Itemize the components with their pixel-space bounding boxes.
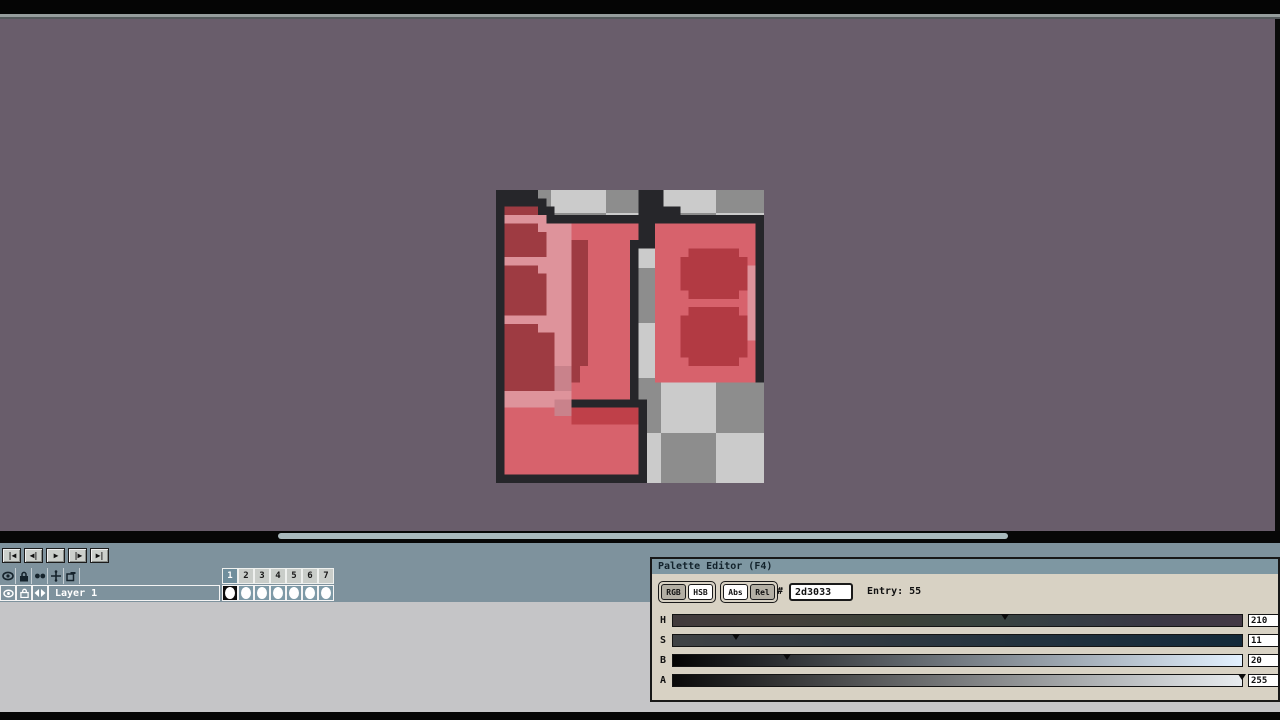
frame-number-row: 1234567 [222,568,334,584]
playback-controls: |◀ ◀| ▶ |▶ ▶| [2,548,109,564]
horizontal-scrollbar-thumb[interactable] [278,533,1008,539]
timeline-header-icons [0,568,80,584]
b-value-box[interactable]: 20 [1248,654,1279,667]
b-slider-row: B 20 [652,654,1279,668]
h-value-box[interactable]: 210 [1248,614,1279,627]
toggle-all-lock[interactable] [16,568,32,584]
frame-number-4[interactable]: 4 [270,568,286,584]
layer-lock-toggle[interactable] [16,585,32,601]
color-mode-button-group: RGB HSB [658,581,716,603]
rgb-button[interactable]: RGB [661,584,686,600]
h-slider-label: H [660,615,667,626]
frame-cel-7[interactable] [318,585,334,601]
onion-skin-toggle[interactable] [32,568,48,584]
right-edge-bar [1275,19,1280,531]
frame-cel-5[interactable] [286,585,302,601]
abs-button[interactable]: Abs [723,584,748,600]
frame-cel-6[interactable] [302,585,318,601]
a-slider-label: A [660,675,667,686]
cel-dot [273,587,283,599]
layer-name[interactable]: Layer 1 [48,585,220,601]
s-slider-row: S 11 [652,634,1279,648]
s-slider-marker[interactable] [731,634,740,640]
hsb-button[interactable]: HSB [688,584,713,600]
frame-cel-1[interactable] [222,585,238,601]
last-frame-button[interactable]: ▶| [90,548,109,563]
top-letterbox-bar [0,0,1280,14]
frame-cel-4[interactable] [270,585,286,601]
s-value-box[interactable]: 11 [1248,634,1279,647]
onion-skin-icon [34,573,45,579]
frame-cel-row [222,585,334,601]
move-arrows-icon [50,570,61,582]
a-value-box[interactable]: 255 [1248,674,1279,687]
frame-cel-3[interactable] [254,585,270,601]
first-frame-button[interactable]: |◀ [2,548,21,563]
h-slider-track[interactable] [672,614,1243,627]
cel-dot [257,587,267,599]
frame-number-5[interactable]: 5 [286,568,302,584]
a-slider-marker[interactable] [1238,674,1246,680]
b-slider-label: B [660,655,667,666]
frame-number-3[interactable]: 3 [254,568,270,584]
a-slider-track[interactable] [672,674,1246,687]
palette-editor-panel: Palette Editor (F4) RGBHSB AbsRel # Entr… [650,557,1280,702]
frame-number-2[interactable]: 2 [238,568,254,584]
app-window: |◀ ◀| ▶ |▶ ▶| Layer 1 1234567 Palette Ed… [0,0,1280,720]
duplicate-layer-toggle[interactable] [64,568,80,584]
a-slider-row: A 255 [652,674,1279,688]
frame-cel-2[interactable] [238,585,254,601]
frame-number-1[interactable]: 1 [222,568,238,584]
play-button[interactable]: ▶ [46,548,65,563]
next-frame-button[interactable]: |▶ [68,548,87,563]
frame-number-6[interactable]: 6 [302,568,318,584]
sprite-canvas[interactable] [496,190,764,483]
prev-frame-button[interactable]: ◀| [24,548,43,563]
b-slider-marker[interactable] [782,654,791,660]
bottom-letterbox-bar [0,712,1280,720]
b-slider-track[interactable] [672,654,1243,667]
toggle-all-visibility[interactable] [0,568,16,584]
lock-icon [19,571,28,581]
frame-number-7[interactable]: 7 [318,568,334,584]
eye-icon [2,589,14,597]
lock-icon [19,588,29,598]
entry-value: 55 [909,586,922,597]
duplicate-icon [66,571,76,581]
s-slider-track[interactable] [672,634,1243,647]
eye-icon [1,571,14,581]
hex-hash-label: # [777,586,784,597]
palette-editor-title[interactable]: Palette Editor (F4) [652,559,1278,574]
s-slider-label: S [660,635,667,646]
abs-rel-button-group: Abs Rel [720,581,778,603]
cel-dot [225,587,235,599]
h-slider-row: H 210 [652,614,1279,628]
cel-dot [241,587,251,599]
cel-dot [321,587,331,599]
entry-text: Entry: [867,586,904,597]
layer-visibility-toggle[interactable] [0,585,16,601]
cel-dot [289,587,299,599]
h-slider-marker[interactable] [1000,614,1009,620]
hex-color-input[interactable] [789,583,853,601]
move-cel-toggle[interactable] [48,568,64,584]
left-right-arrows-icon [34,589,46,597]
layer-row: Layer 1 [0,585,220,601]
cel-dot [305,587,315,599]
entry-label: Entry: 55 [867,586,921,597]
layer-continuous-toggle[interactable] [32,585,48,601]
rel-button[interactable]: Rel [750,584,775,600]
